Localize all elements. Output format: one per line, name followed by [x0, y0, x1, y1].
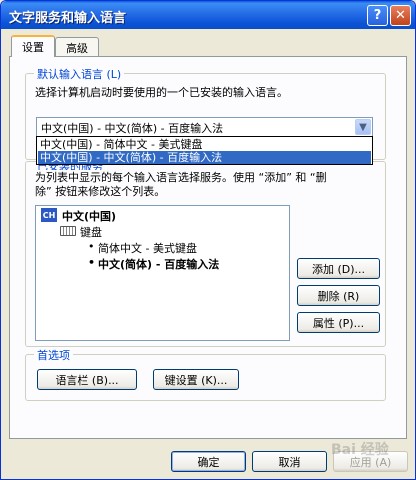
- dialog-window: 文字服务和输入语言 ? ✕ 设置 高级 默认输入语言 (L) 选择计算机启动时要…: [0, 0, 416, 480]
- preferences-label: 首选项: [34, 347, 73, 363]
- language-flag-icon: CH: [41, 208, 57, 222]
- tab-settings[interactable]: 设置: [11, 35, 55, 57]
- key-settings-button[interactable]: 键设置 (K)...: [153, 369, 239, 390]
- ok-button[interactable]: 确定: [171, 451, 246, 472]
- help-button[interactable]: ?: [367, 5, 388, 26]
- tree-keyboard-node[interactable]: 键盘: [80, 224, 102, 240]
- default-language-value: 中文(中国) - 中文(简体) - 百度输入法: [41, 122, 224, 135]
- language-bar-button[interactable]: 语言栏 (B)...: [37, 369, 137, 390]
- add-button[interactable]: 添加 (D)...: [297, 258, 380, 279]
- tree-item-bullet: •: [88, 256, 96, 269]
- properties-button[interactable]: 属性 (P)...: [297, 312, 380, 333]
- cancel-button[interactable]: 取消: [252, 451, 327, 472]
- tree-item-baidu-ime[interactable]: 中文(简体) - 百度输入法: [98, 256, 219, 272]
- dropdown-option-us-keyboard[interactable]: 中文(中国) - 简体中文 - 美式键盘: [38, 138, 371, 151]
- tree-item-us-keyboard[interactable]: 简体中文 - 美式键盘: [98, 240, 197, 256]
- close-button[interactable]: ✕: [390, 5, 411, 26]
- default-language-description: 选择计算机启动时要使用的一个已安装的输入语言。: [35, 86, 288, 99]
- default-language-dropdown: 中文(中国) - 简体中文 - 美式键盘 中文(中国) - 中文(简体) - 百…: [36, 136, 373, 165]
- default-language-select[interactable]: 中文(中国) - 中文(简体) - 百度输入法 ▼: [36, 117, 373, 137]
- chevron-down-icon[interactable]: ▼: [355, 119, 371, 135]
- remove-button[interactable]: 删除 (R): [297, 285, 380, 306]
- keyboard-icon: [60, 226, 76, 236]
- tab-advanced[interactable]: 高级: [55, 37, 99, 57]
- default-language-label: 默认输入语言 (L): [34, 66, 125, 82]
- tree-language-node[interactable]: 中文(中国): [62, 208, 116, 224]
- tree-item-bullet: •: [88, 240, 95, 253]
- window-title: 文字服务和输入语言: [9, 11, 127, 26]
- dropdown-option-baidu-ime[interactable]: 中文(中国) - 中文(简体) - 百度输入法: [38, 151, 371, 164]
- watermark: Bai 经验: [331, 442, 389, 458]
- title-bar[interactable]: 文字服务和输入语言 ? ✕: [1, 1, 415, 29]
- installed-services-description-2: 除” 按钮来修改这个列表。: [35, 185, 166, 198]
- services-tree[interactable]: CH 中文(中国) 键盘 • 简体中文 - 美式键盘 • 中文(简体) - 百度…: [35, 205, 290, 341]
